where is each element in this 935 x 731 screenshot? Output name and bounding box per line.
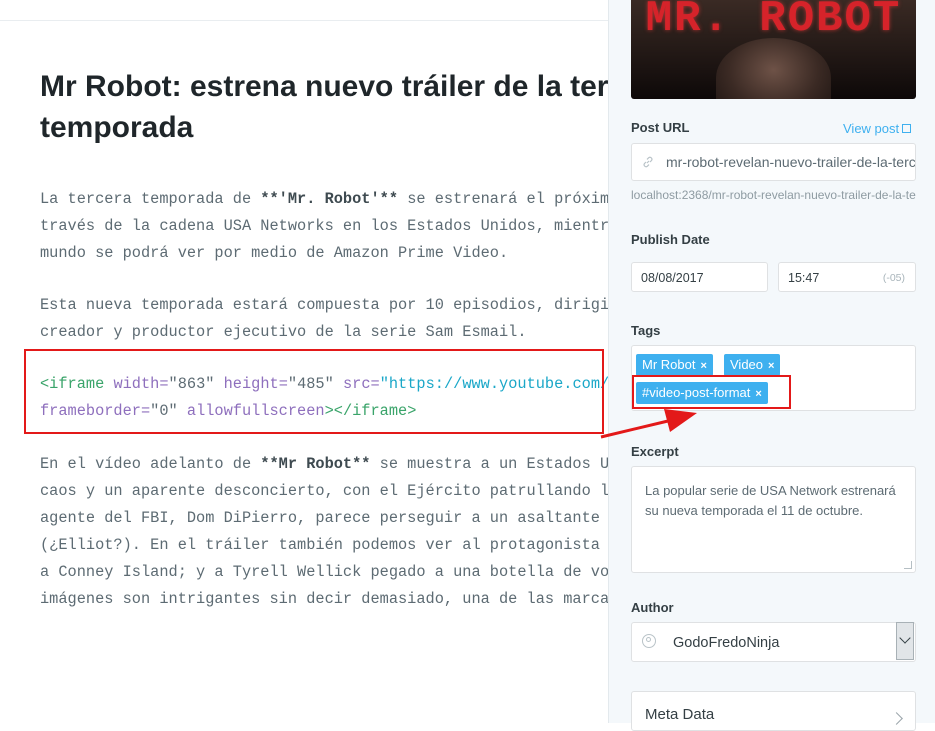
link-icon bbox=[643, 156, 653, 168]
tag-remove-icon[interactable]: × bbox=[768, 360, 774, 372]
paragraph-line: agente del FBI, Dom DiPierro, parece per… bbox=[40, 509, 608, 527]
view-post-link[interactable]: View post bbox=[843, 121, 912, 136]
paragraph-line: mundo se podrá ver por medio de Amazon P… bbox=[40, 244, 509, 262]
chevron-down-icon bbox=[899, 632, 911, 644]
tag-chip-label: Video bbox=[730, 357, 764, 372]
iframe-highlight-box bbox=[24, 349, 604, 434]
publish-time-input[interactable]: 15:47 (-05) bbox=[778, 262, 916, 292]
author-select[interactable]: GodoFredoNinja bbox=[631, 622, 916, 662]
timezone-label: (-05) bbox=[882, 272, 905, 284]
post-title[interactable]: Mr Robot: estrena nuevo tráiler de la te… bbox=[40, 66, 608, 148]
resize-handle[interactable] bbox=[904, 561, 912, 569]
author-value: GodoFredoNinja bbox=[673, 635, 780, 651]
paragraph-line: a Conney Island; y a Tyrell Wellick pega… bbox=[40, 563, 608, 581]
feature-image[interactable]: MR. ROBOT bbox=[631, 0, 916, 99]
user-icon bbox=[642, 634, 656, 648]
meta-data-label: Meta Data bbox=[645, 706, 715, 723]
paragraph-line: La tercera temporada de **'Mr. Robot'** … bbox=[40, 190, 608, 208]
paragraph-2[interactable]: Esta nueva temporada estará compuesta po… bbox=[40, 292, 608, 346]
editor-topbar bbox=[0, 0, 608, 21]
post-url-hint: localhost:2368/mr-robot-revelan-nuevo-tr… bbox=[631, 188, 916, 202]
meta-data-button[interactable]: Meta Data bbox=[631, 691, 916, 731]
author-dropdown-button[interactable] bbox=[896, 622, 914, 660]
post-url-input[interactable]: mr-robot-revelan-nuevo-trailer-de-la-ter… bbox=[631, 143, 916, 181]
post-title-line-1: Mr Robot: estrena nuevo tráiler de la te… bbox=[40, 70, 608, 103]
excerpt-value: La popular serie de USA Network estrenar… bbox=[645, 483, 896, 518]
paragraph-line: través de la cadena USA Networks en los … bbox=[40, 217, 608, 235]
publish-time-value: 15:47 bbox=[788, 271, 820, 285]
tag-remove-icon[interactable]: × bbox=[700, 360, 706, 372]
feature-image-face bbox=[716, 38, 831, 99]
publish-date-input[interactable]: 08/08/2017 bbox=[631, 262, 768, 292]
paragraph-line: creador y productor ejecutivo de la seri… bbox=[40, 323, 527, 341]
excerpt-textarea[interactable]: La popular serie de USA Network estrenar… bbox=[631, 466, 916, 573]
paragraph-line: (¿Elliot?). En el tráiler también podemo… bbox=[40, 536, 608, 554]
tag-chip[interactable]: Mr Robot × bbox=[636, 354, 713, 376]
tags-label: Tags bbox=[631, 323, 661, 338]
tag-highlight-box bbox=[632, 375, 791, 409]
excerpt-label: Excerpt bbox=[631, 444, 679, 459]
paragraph-line: Esta nueva temporada estará compuesta po… bbox=[40, 296, 608, 314]
feature-image-logo: MR. ROBOT bbox=[645, 0, 902, 44]
paragraph-line: imágenes son intrigantes sin decir demas… bbox=[40, 590, 608, 608]
tag-chip[interactable]: Video × bbox=[724, 354, 781, 376]
post-url-value: mr-robot-revelan-nuevo-trailer-de-la-ter… bbox=[666, 154, 916, 170]
publish-date-label: Publish Date bbox=[631, 232, 710, 247]
paragraph-1[interactable]: La tercera temporada de **'Mr. Robot'** … bbox=[40, 186, 608, 267]
view-post-label: View post bbox=[843, 121, 900, 136]
post-url-label: Post URL bbox=[631, 120, 690, 135]
tag-chip-label: Mr Robot bbox=[642, 357, 696, 372]
paragraph-line: En el vídeo adelanto de **Mr Robot** se … bbox=[40, 455, 608, 473]
external-link-icon bbox=[902, 124, 912, 133]
post-title-line-2: temporada bbox=[40, 111, 194, 144]
paragraph-line: caos y un aparente desconcierto, con el … bbox=[40, 482, 608, 500]
publish-date-value: 08/08/2017 bbox=[641, 271, 704, 285]
author-label: Author bbox=[631, 600, 674, 615]
paragraph-3[interactable]: En el vídeo adelanto de **Mr Robot** se … bbox=[40, 451, 608, 613]
